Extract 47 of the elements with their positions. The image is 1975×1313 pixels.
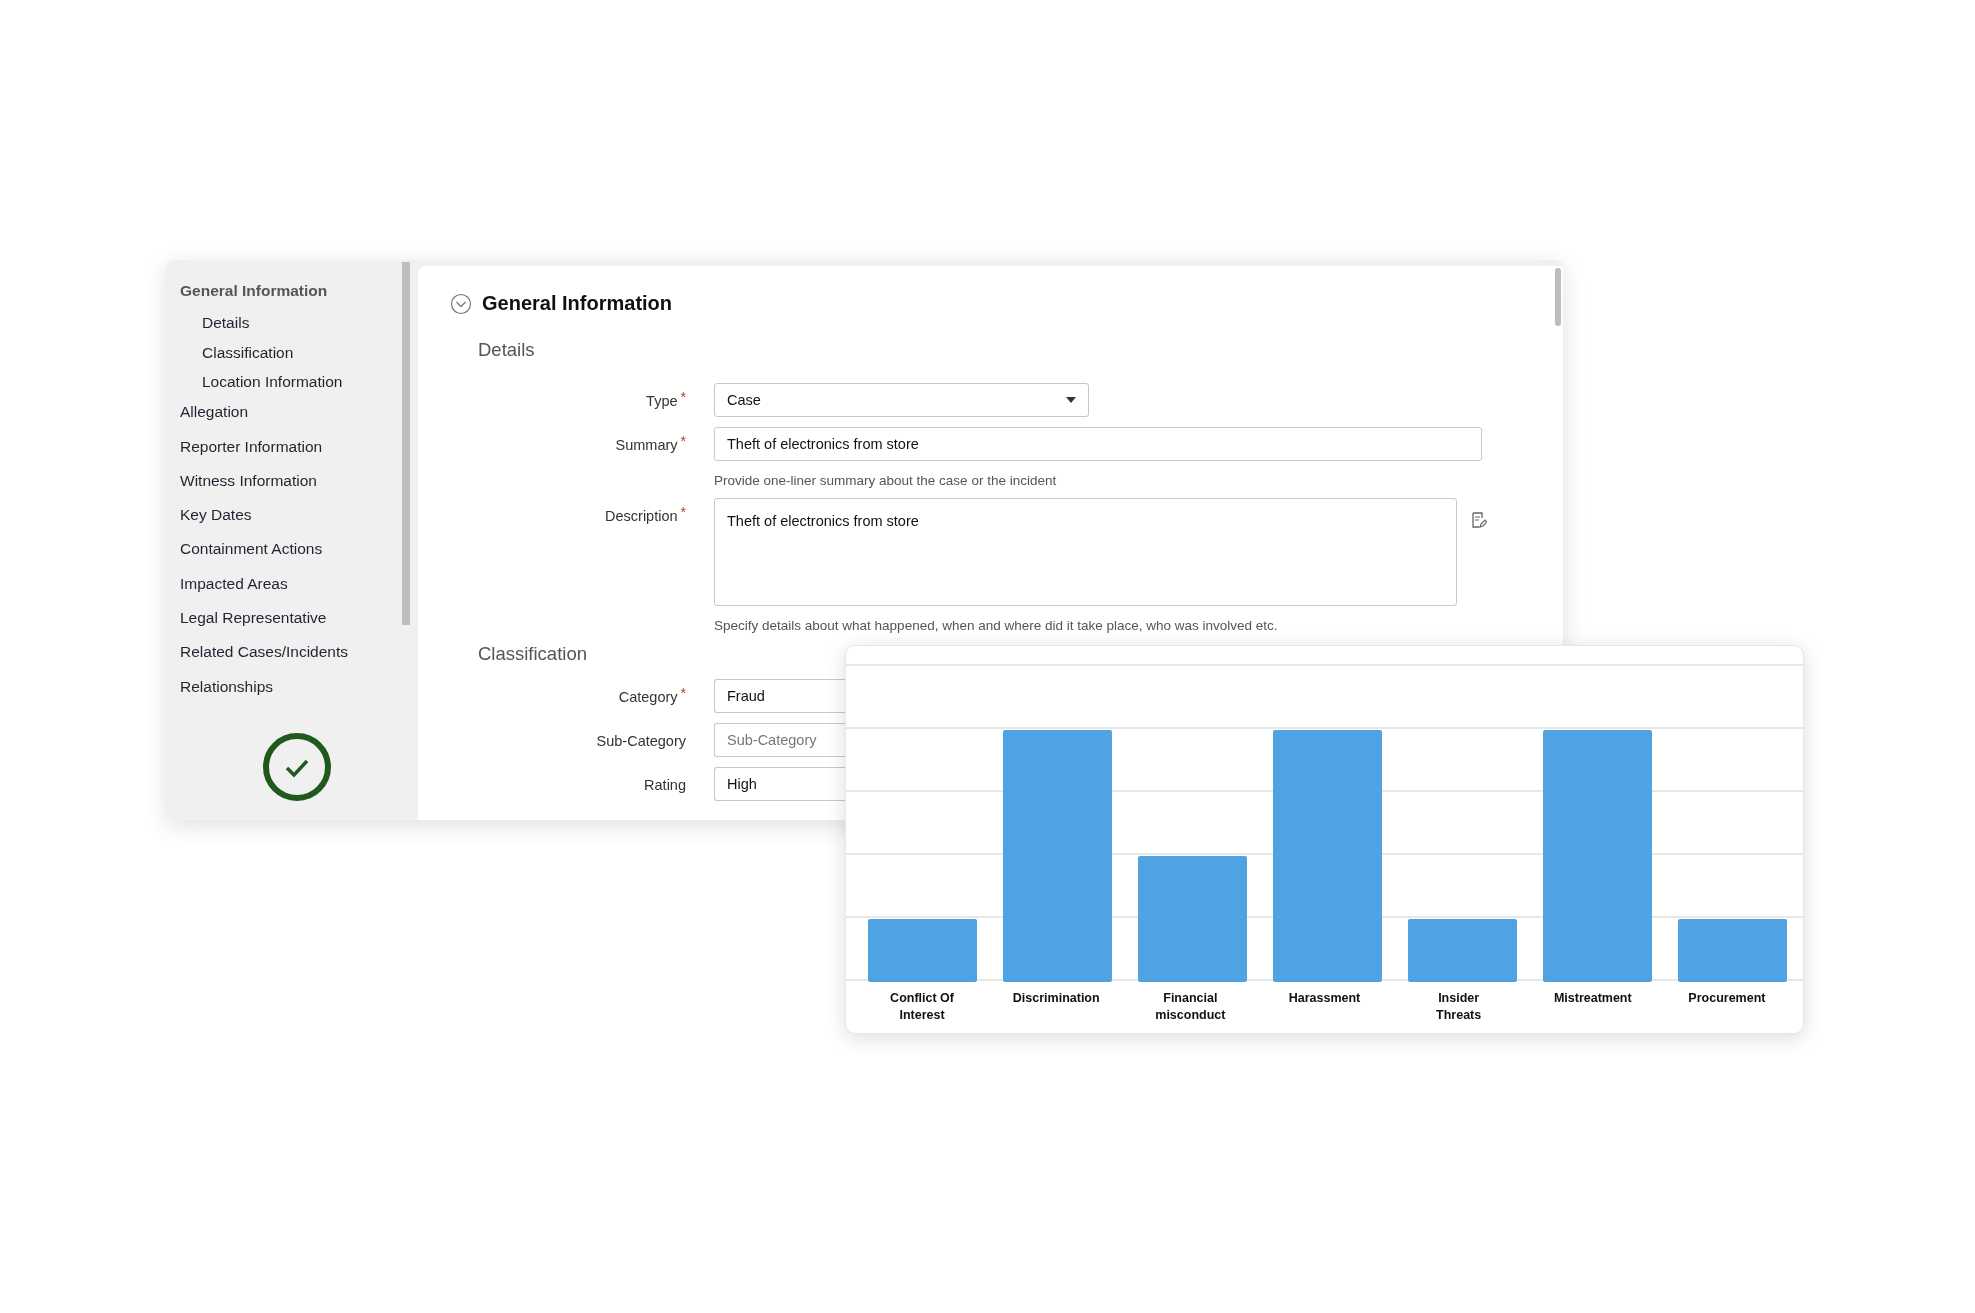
scrollbar[interactable] — [402, 262, 410, 625]
sidebar-item[interactable]: Containment Actions — [180, 538, 414, 573]
required-asterisk: * — [680, 685, 686, 701]
sidebar-subitem[interactable]: Location Information — [180, 371, 414, 402]
sidebar-item[interactable]: Key Dates — [180, 504, 414, 539]
field-label: Sub-Category — [596, 733, 686, 749]
category-label: Conflict Of Interest — [889, 990, 955, 1024]
caret-icon — [1066, 397, 1076, 403]
field-label: Type — [646, 393, 678, 409]
hint-text: Provide one-liner summary about the case or the incident — [714, 473, 1058, 488]
edit-icon[interactable] — [1471, 512, 1487, 528]
input-field[interactable]: Sub-Category — [714, 723, 845, 757]
collapse-chevron-icon[interactable] — [450, 292, 472, 315]
section-title: General Information — [482, 292, 673, 315]
input-field[interactable]: Theft of electronics from store — [714, 427, 1482, 461]
sidebar-item[interactable]: Related Cases/Incidents — [180, 641, 414, 676]
field-label: Category — [618, 689, 678, 705]
input-field[interactable]: Fraud — [714, 679, 845, 713]
sidebar-item[interactable]: General Information — [180, 280, 414, 312]
sidebar-subitem[interactable]: Classification — [180, 341, 414, 372]
checkmark-circle-icon — [262, 732, 332, 802]
category-label: Insider Threats — [1435, 990, 1483, 1024]
input-field[interactable]: High — [714, 767, 845, 801]
category-label: Financial misconduct — [1154, 990, 1227, 1024]
description-textarea[interactable]: Theft of electronics from store — [714, 498, 1457, 606]
required-asterisk: * — [680, 389, 686, 405]
sidebar-subitem[interactable]: Details — [180, 311, 414, 342]
sidebar-item[interactable]: Witness Information — [180, 469, 414, 505]
category-label: Discrimination — [1012, 990, 1100, 1007]
category-label: Harassment — [1288, 990, 1361, 1007]
hint-text: Specify details about what happened, when and where did it take place, who was involved etc. — [714, 618, 1279, 633]
field-label: Rating — [644, 777, 686, 793]
sidebar-item[interactable]: Relationships — [180, 675, 414, 710]
required-asterisk: * — [680, 504, 686, 520]
scrollbar[interactable] — [1555, 268, 1561, 326]
category-label: Procurement — [1688, 990, 1766, 1007]
required-asterisk: * — [680, 433, 686, 449]
sidebar-item[interactable]: Impacted Areas — [180, 572, 414, 608]
field-label: Summary — [615, 437, 678, 453]
sidebar-item[interactable]: Legal Representative — [180, 607, 414, 642]
subsection-title: Classification — [478, 643, 588, 665]
subsection-title: Details — [478, 339, 536, 361]
type-dropdown[interactable]: Case — [714, 383, 1089, 417]
category-label: Mistreatment — [1553, 990, 1632, 1007]
sidebar-item[interactable]: Reporter Information — [180, 435, 414, 470]
sidebar-item[interactable]: Allegation — [180, 401, 414, 436]
field-label: Description — [605, 508, 678, 524]
